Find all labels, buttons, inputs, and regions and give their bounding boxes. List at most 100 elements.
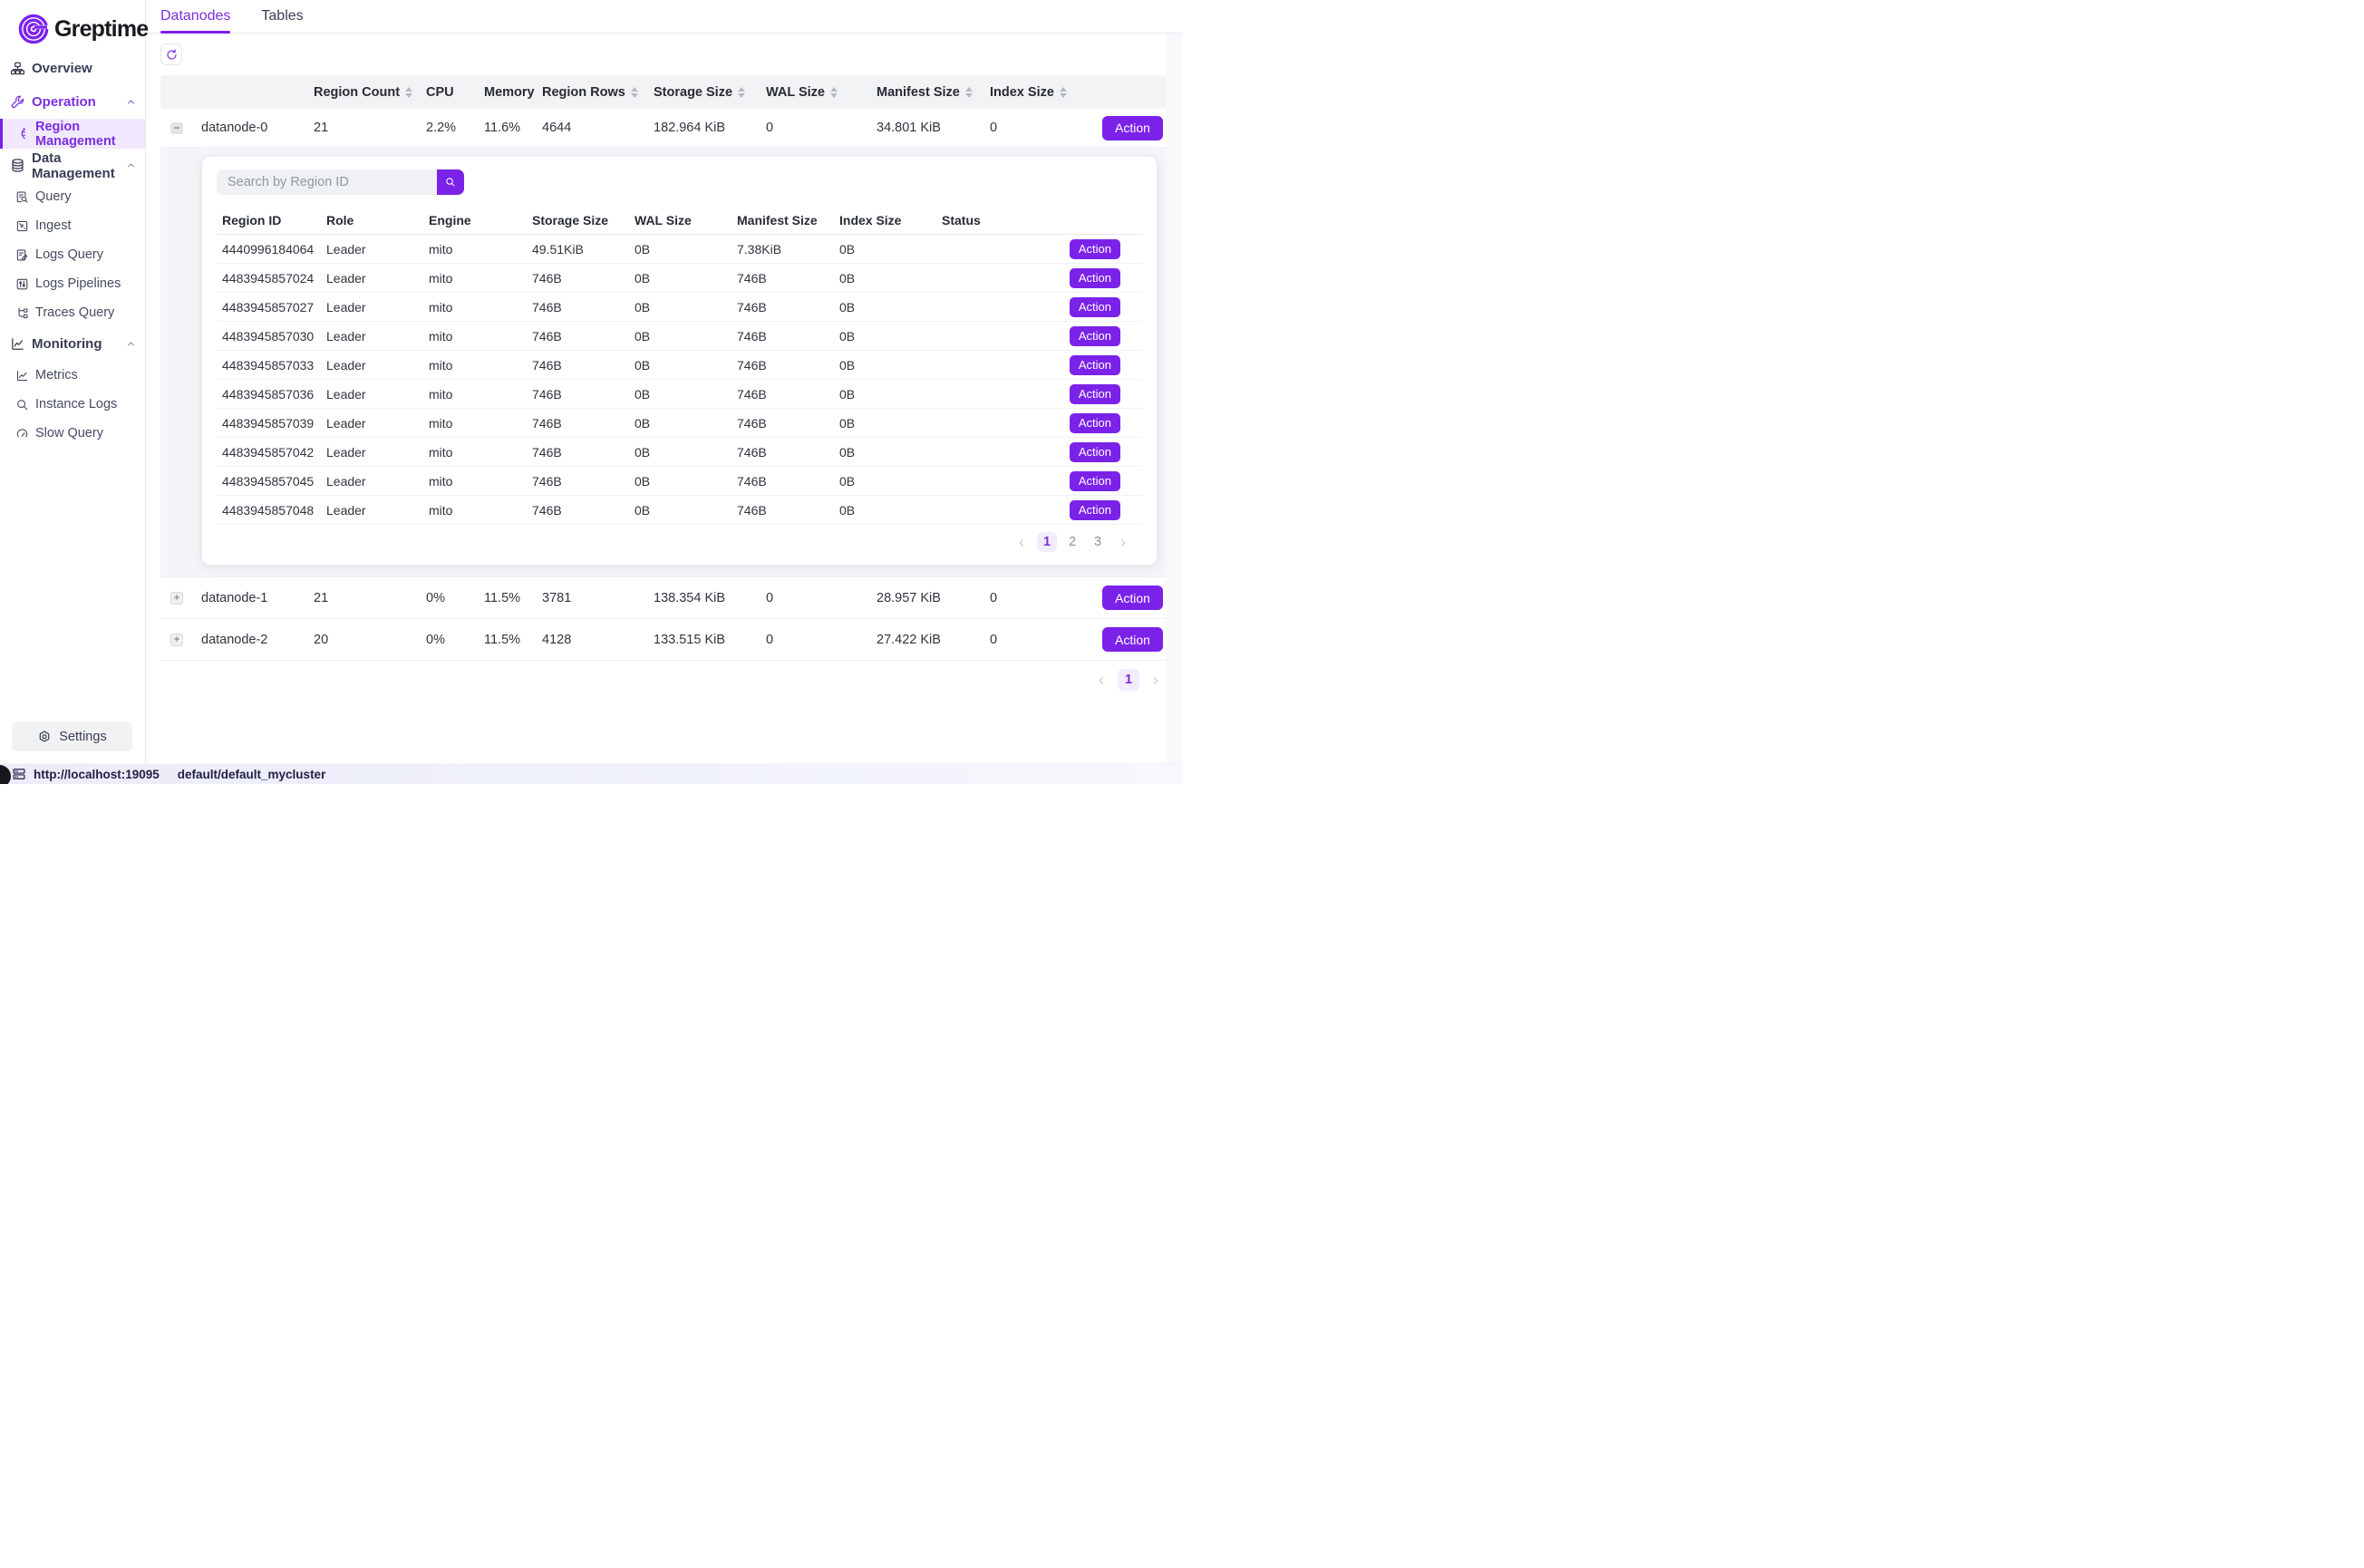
column-header-label: Memory [484, 85, 535, 100]
sort-icon[interactable] [405, 87, 412, 98]
region-cell-wal_size: 0B [635, 329, 737, 344]
region-action-button[interactable]: Action [1070, 297, 1120, 317]
region-action-button[interactable]: Action [1070, 500, 1120, 520]
sidebar-nav: OverviewOperationRegion ManagementData M… [0, 50, 145, 448]
sidebar-item-ingest[interactable]: Ingest [0, 211, 145, 240]
column-header-label: Region Rows [542, 85, 625, 100]
datanode-action-button[interactable]: Action [1102, 116, 1163, 140]
pagination-page-1[interactable]: 1 [1037, 532, 1057, 552]
region-cell-storage_size: 746B [532, 445, 635, 460]
sidebar-item-instance-logs[interactable]: Instance Logs [0, 390, 145, 419]
sort-desc-icon [738, 93, 745, 98]
region-column-header-storage-size: Storage Size [532, 213, 635, 227]
region-table-row: 4483945857036Leadermito746B0B746B0BActio… [217, 380, 1142, 409]
sort-icon[interactable] [830, 87, 838, 98]
column-header-region-count[interactable]: Region Count [314, 85, 426, 100]
sidebar-item-query[interactable]: Query [0, 182, 145, 211]
sidebar-item-monitoring[interactable]: Monitoring [0, 327, 145, 361]
region-column-header-status: Status [942, 213, 1044, 227]
chevron-up-icon[interactable] [125, 338, 137, 350]
region-cell-manifest_size: 746B [737, 387, 839, 402]
cell-value-7: 0 [990, 633, 1102, 647]
sidebar-item-data-management[interactable]: Data Management [0, 149, 145, 182]
tab-tables[interactable]: Tables [261, 0, 303, 33]
chevron-up-icon[interactable] [125, 96, 137, 108]
sidebar-item-metrics[interactable]: Metrics [0, 361, 145, 390]
region-action-button[interactable]: Action [1070, 413, 1120, 433]
refresh-button[interactable] [160, 44, 182, 65]
sort-icon[interactable] [631, 87, 638, 98]
region-action-button[interactable]: Action [1070, 326, 1120, 346]
region-cell-index_size: 0B [839, 242, 942, 256]
sidebar-item-label: Ingest [35, 218, 72, 233]
pagination-next-icon[interactable]: › [1145, 669, 1167, 691]
region-search-input[interactable] [217, 169, 437, 195]
pagination-page-2[interactable]: 2 [1062, 532, 1082, 552]
datanodes-table-header: Region CountCPUMemoryRegion RowsStorage … [160, 75, 1167, 109]
region-search-button[interactable] [437, 169, 464, 195]
sidebar-item-operation[interactable]: Operation [0, 85, 145, 119]
cell-value-6: 34.801 KiB [877, 121, 990, 135]
expand-button[interactable]: + [170, 634, 183, 646]
pagination-prev-icon[interactable]: ‹ [1090, 669, 1112, 691]
sort-asc-icon [405, 87, 412, 92]
region-cell-action: Action [1044, 500, 1142, 520]
datanode-row-datanode-1: +datanode-1210%11.5%3781138.354 KiB028.9… [160, 577, 1167, 619]
region-action-button[interactable]: Action [1070, 442, 1120, 462]
region-cell-storage_size: 746B [532, 503, 635, 518]
magnifier-icon [15, 398, 29, 411]
pagination-page-3[interactable]: 3 [1088, 532, 1108, 552]
region-cell-action: Action [1044, 442, 1142, 462]
chevron-up-icon[interactable] [125, 160, 137, 171]
sidebar-item-traces-query[interactable]: Traces Query [0, 298, 145, 327]
region-cell-role: Leader [326, 358, 429, 373]
sidebar-item-overview[interactable]: Overview [0, 52, 145, 85]
right-gutter [1167, 34, 1182, 764]
sidebar-item-slow-query[interactable]: Slow Query [0, 419, 145, 448]
column-header-manifest-size[interactable]: Manifest Size [877, 85, 990, 100]
column-header-index-size[interactable]: Index Size [990, 85, 1102, 100]
cell-value-3: 3781 [542, 591, 654, 605]
region-action-button[interactable]: Action [1070, 355, 1120, 375]
column-header-memory: Memory [484, 85, 542, 100]
sort-desc-icon [830, 93, 838, 98]
main-content: Datanodes Tables Region CountCPUMemoryRe… [147, 0, 1182, 764]
column-header-storage-size[interactable]: Storage Size [654, 85, 766, 100]
cell-value-6: 27.422 KiB [877, 633, 990, 647]
region-action-button[interactable]: Action [1070, 384, 1120, 404]
datanode-action-button[interactable]: Action [1102, 627, 1163, 652]
pagination-page-1[interactable]: 1 [1118, 669, 1139, 691]
region-action-button[interactable]: Action [1070, 268, 1120, 288]
region-cell-role: Leader [326, 416, 429, 431]
settings-button[interactable]: Settings [12, 721, 132, 751]
pagination-prev-icon[interactable]: ‹ [1012, 532, 1032, 552]
region-pagination: ‹123› [217, 525, 1142, 557]
region-cell-wal_size: 0B [635, 445, 737, 460]
pagination-next-icon[interactable]: › [1113, 532, 1133, 552]
region-cell-wal_size: 0B [635, 416, 737, 431]
region-cell-role: Leader [326, 300, 429, 315]
region-cell-storage_size: 746B [532, 387, 635, 402]
column-header-label: Manifest Size [877, 85, 960, 100]
region-action-button[interactable]: Action [1070, 239, 1120, 259]
region-cell-engine: mito [429, 503, 532, 518]
region-cell-role: Leader [326, 329, 429, 344]
region-cell-region_id: 4483945857036 [222, 387, 326, 402]
region-action-button[interactable]: Action [1070, 471, 1120, 491]
tab-datanodes[interactable]: Datanodes [160, 0, 230, 33]
sidebar-item-logs-query[interactable]: Logs Query [0, 240, 145, 269]
column-header-wal-size[interactable]: WAL Size [766, 85, 877, 100]
sort-icon[interactable] [738, 87, 745, 98]
expand-button[interactable]: + [170, 592, 183, 605]
datanode-action-button[interactable]: Action [1102, 586, 1163, 610]
brand-logo[interactable]: Greptime [0, 0, 145, 50]
region-cell-storage_size: 746B [532, 358, 635, 373]
sidebar-item-logs-pipelines[interactable]: Logs Pipelines [0, 269, 145, 298]
sidebar-item-region-management[interactable]: Region Management [0, 119, 145, 149]
collapse-button[interactable]: − [170, 122, 183, 134]
sort-icon[interactable] [1060, 87, 1067, 98]
sort-icon[interactable] [965, 87, 973, 98]
column-header-region-rows[interactable]: Region Rows [542, 85, 654, 100]
chart-icon [10, 336, 25, 352]
region-table-row: 4483945857042Leadermito746B0B746B0BActio… [217, 438, 1142, 467]
